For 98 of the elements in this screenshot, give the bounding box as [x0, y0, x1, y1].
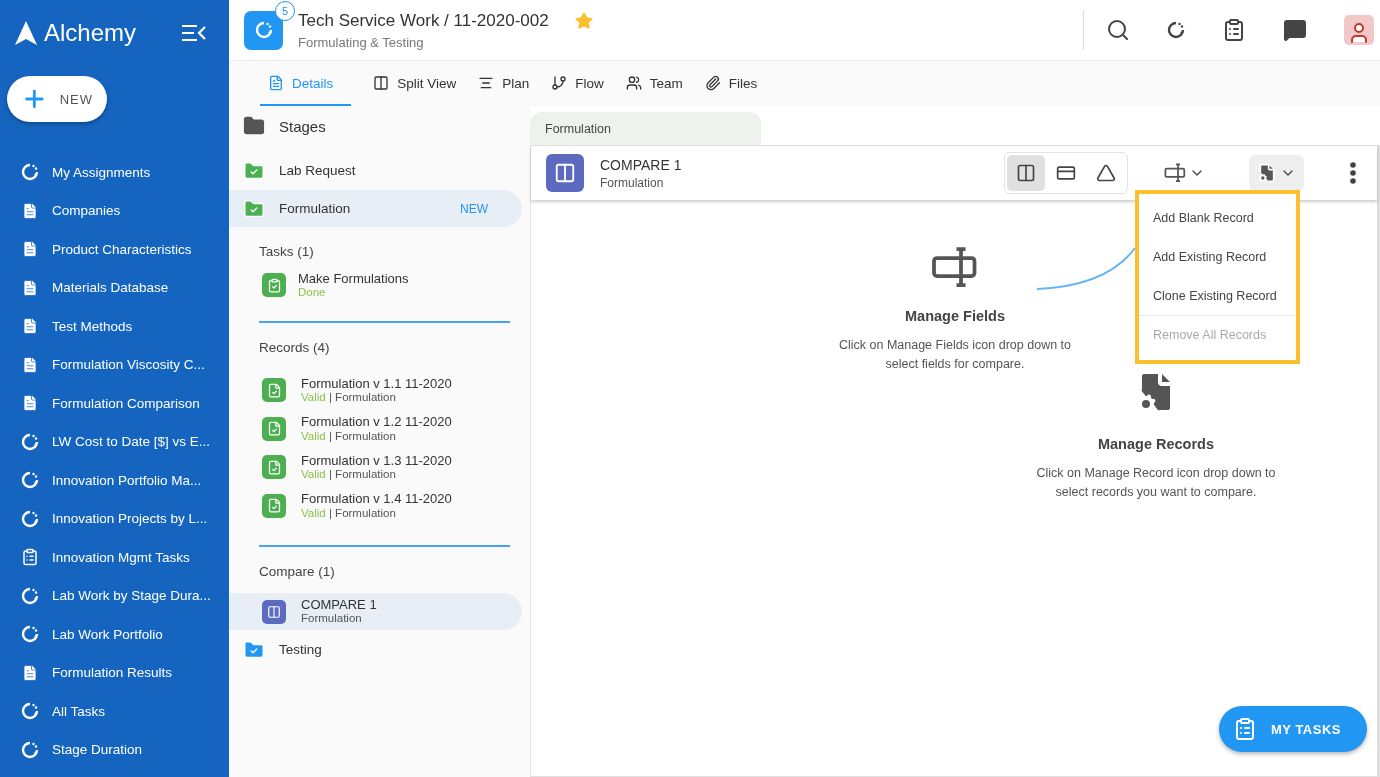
columns-icon — [373, 75, 390, 91]
stage-item[interactable]: Testing — [229, 631, 522, 668]
clipboard-icon — [1233, 717, 1257, 741]
sidebar-item[interactable]: Innovation Mgmt Tasks — [0, 538, 229, 577]
document-icon — [21, 240, 39, 259]
sidebar-item[interactable]: LW Cost to Date [$] vs E... — [0, 422, 229, 461]
loader-icon — [21, 471, 39, 490]
loader-icon — [254, 21, 273, 39]
card-title: COMPARE 1 — [600, 156, 682, 173]
document-icon — [21, 201, 39, 220]
loader-icon — [21, 702, 39, 721]
document-icon — [21, 317, 39, 336]
view-button[interactable] — [1006, 155, 1045, 191]
triangle-icon — [1095, 163, 1116, 183]
more-icon — [1350, 162, 1356, 184]
document-icon — [268, 75, 284, 91]
record-item[interactable]: Formulation v 1.1 11-2020 Valid | Formulation — [229, 371, 522, 410]
compare-icon — [546, 154, 584, 192]
hint-title: Manage Records — [1097, 436, 1214, 452]
sidebar-item[interactable]: Materials Database — [0, 268, 229, 307]
document-icon — [21, 663, 39, 682]
paperclip-icon — [704, 75, 721, 91]
loader-icon — [21, 625, 39, 644]
collapse-menu-icon[interactable] — [181, 24, 207, 42]
hint-text: Click on Manage Fields icon drop down to select fields for compare. — [837, 337, 1073, 374]
sidebar-item[interactable]: Innovation Projects by L... — [0, 499, 229, 538]
manage-records-button[interactable] — [1249, 155, 1304, 191]
sidebar-item[interactable]: Formulation Comparison — [0, 384, 229, 423]
task-icon — [262, 273, 286, 297]
record-icon — [262, 416, 286, 441]
new-label: NEW — [460, 201, 488, 216]
branch-icon — [551, 75, 568, 91]
record-item[interactable]: Formulation v 1.2 11-2020 Valid | Formulation — [229, 409, 522, 448]
search-icon[interactable] — [1106, 18, 1130, 42]
sidebar-item[interactable]: Formulation Results — [0, 653, 229, 692]
lines-icon — [478, 75, 495, 91]
compare-icon — [262, 599, 286, 624]
tab[interactable]: Files — [704, 66, 758, 106]
stage-item[interactable]: Formulation NEW — [229, 190, 522, 227]
tab[interactable]: Team — [625, 66, 683, 106]
loader-icon — [21, 740, 39, 759]
loader-icon — [21, 586, 39, 605]
tab[interactable]: Plan — [478, 66, 530, 106]
document-icon — [21, 278, 39, 297]
sidebar-item[interactable]: My Assignments — [0, 153, 229, 192]
sidebar-item[interactable]: Companies — [0, 191, 229, 230]
sidebar-item[interactable]: Formulation Viscosity C... — [0, 345, 229, 384]
manage-fields-icon — [1163, 163, 1186, 183]
brand-logo: Alchemy — [14, 19, 137, 47]
new-button[interactable]: NEW — [7, 76, 107, 122]
compare-item[interactable]: COMPARE 1 Formulation — [229, 593, 522, 630]
people-icon — [625, 75, 642, 91]
user-avatar[interactable] — [1344, 15, 1374, 45]
stages-title: Stages — [279, 117, 326, 135]
menu-item[interactable]: Add Blank Record — [1139, 198, 1296, 237]
loader-icon — [21, 509, 39, 528]
document-icon — [21, 355, 39, 374]
clipboard-icon[interactable] — [1222, 18, 1246, 42]
sidebar-item[interactable]: Innovation Portfolio Ma... — [0, 461, 229, 500]
document-icon — [21, 394, 39, 413]
compare-icon — [1015, 163, 1036, 183]
sidebar-item[interactable]: Stage Duration — [0, 730, 229, 769]
task-item[interactable]: Make Formulations Done — [229, 269, 522, 301]
menu-item[interactable]: Add Existing Record — [1139, 237, 1296, 276]
star-icon[interactable] — [574, 12, 593, 30]
sidebar-item[interactable]: Lab Work Portfolio — [0, 615, 229, 654]
card-icon — [1055, 163, 1076, 183]
stage-item[interactable]: Lab Request — [229, 152, 522, 189]
page-title: Tech Service Work / 11-2020-002 — [298, 10, 549, 31]
record-item[interactable]: Formulation v 1.4 11-2020 Valid | Formulation — [229, 486, 522, 525]
record-item[interactable]: Formulation v 1.3 11-2020 Valid | Formulation — [229, 448, 522, 487]
chat-icon[interactable] — [1283, 18, 1307, 42]
tab[interactable]: Split View — [373, 66, 457, 106]
record-icon — [262, 455, 286, 480]
loader-icon — [21, 163, 39, 182]
loader-icon — [1167, 21, 1185, 39]
count-badge: 5 — [275, 0, 295, 21]
folder-icon[interactable] — [243, 115, 265, 137]
manage-fields-icon — [931, 246, 979, 288]
stage-tab[interactable]: Formulation — [530, 112, 761, 145]
sidebar-item[interactable]: Product Characteristics — [0, 230, 229, 269]
clipboard-icon — [21, 548, 39, 567]
page-subtitle: Formulating & Testing — [298, 34, 425, 50]
loader-icon — [21, 432, 39, 451]
menu-item[interactable]: Clone Existing Record — [1139, 276, 1296, 315]
section-title: Records (4) — [258, 339, 331, 355]
record-icon — [262, 493, 286, 518]
hint-text: Click on Manage Record icon drop down to select records you want to compare. — [1035, 465, 1277, 502]
sidebar-item[interactable]: All Tasks — [0, 692, 229, 731]
file-gear-icon — [1257, 163, 1277, 183]
section-title: Tasks (1) — [258, 243, 315, 259]
hint-title: Manage Fields — [905, 308, 1005, 324]
card-subtitle: Formulation — [600, 175, 665, 190]
sidebar-item[interactable]: Lab Work by Stage Dura... — [0, 576, 229, 615]
tab[interactable]: Flow — [551, 66, 604, 106]
sidebar-item[interactable]: Test Methods — [0, 307, 229, 346]
record-icon — [262, 378, 286, 403]
section-title: Compare (1) — [258, 563, 336, 579]
